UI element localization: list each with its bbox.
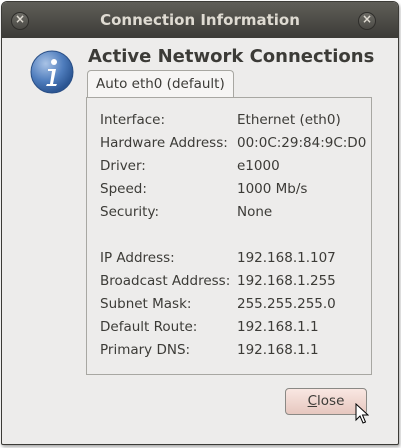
interface-label: Interface: xyxy=(100,112,165,128)
primary-dns-label: Primary DNS: xyxy=(100,342,191,358)
interface-value: Ethernet (eth0) xyxy=(237,112,341,128)
hardware-address-value: 00:0C:29:84:9C:D0 xyxy=(237,135,367,151)
default-route-value: 192.168.1.1 xyxy=(237,319,319,335)
subnet-mask-value: 255.255.255.0 xyxy=(237,296,336,312)
ip-address-label: IP Address: xyxy=(100,250,175,266)
security-value: None xyxy=(237,204,273,220)
connection-details-panel: Interface: Ethernet (eth0) Hardware Addr… xyxy=(86,97,372,375)
titlebar: × Connection Information × xyxy=(2,2,398,38)
default-route-label: Default Route: xyxy=(100,319,198,335)
ip-address-value: 192.168.1.107 xyxy=(237,250,336,266)
security-label: Security: xyxy=(100,204,160,220)
info-icon xyxy=(30,50,74,94)
connection-info-dialog: × Connection Information × Active Networ… xyxy=(1,1,399,445)
broadcast-address-value: 192.168.1.255 xyxy=(237,273,336,289)
close-button-mnemonic: C xyxy=(307,393,318,409)
tab-auto-eth0[interactable]: Auto eth0 (default) xyxy=(87,70,234,97)
subnet-mask-label: Subnet Mask: xyxy=(100,296,192,312)
driver-value: e1000 xyxy=(237,158,280,174)
driver-label: Driver: xyxy=(100,158,146,174)
hardware-address-label: Hardware Address: xyxy=(100,135,228,151)
window-close-button[interactable]: × xyxy=(358,12,376,30)
window-title: Connection Information xyxy=(100,11,300,29)
close-icon: × xyxy=(361,12,373,26)
broadcast-address-label: Broadcast Address: xyxy=(100,273,231,289)
speed-label: Speed: xyxy=(100,181,147,197)
close-button-label: lose xyxy=(317,393,345,409)
speed-value: 1000 Mb/s xyxy=(237,181,308,197)
dialog-heading: Active Network Connections xyxy=(88,46,375,67)
mouse-pointer-icon xyxy=(355,403,369,424)
primary-dns-value: 192.168.1.1 xyxy=(237,342,319,358)
